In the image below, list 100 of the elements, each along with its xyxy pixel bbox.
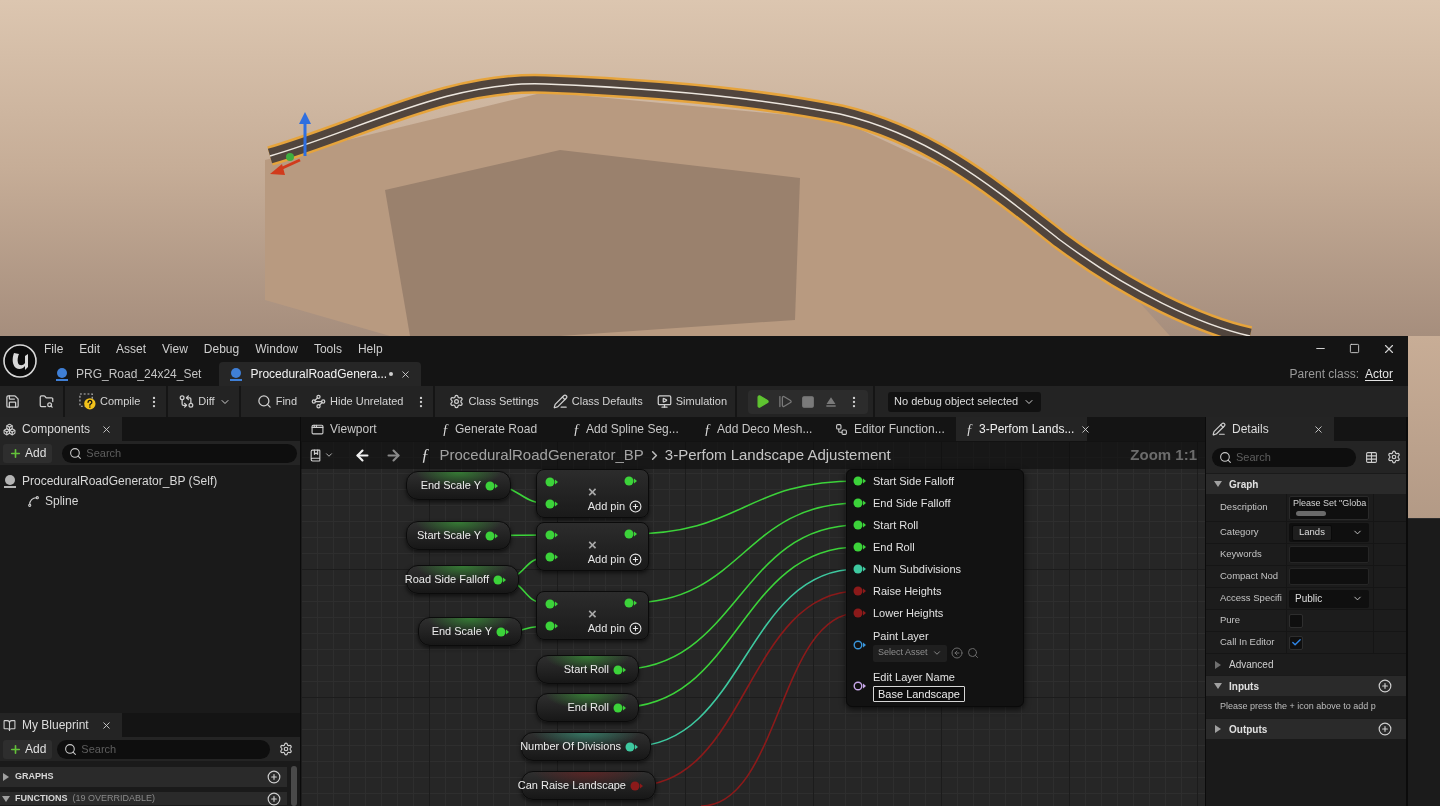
menu-item[interactable]: Window bbox=[255, 339, 298, 358]
breadcrumb-link[interactable]: ProceduralRoadGenerator_BP bbox=[439, 443, 644, 467]
debug-object-dropdown[interactable]: No debug object selected bbox=[888, 391, 1042, 412]
step-forward-icon[interactable] bbox=[778, 394, 794, 409]
simulation-button[interactable]: Simulation bbox=[653, 389, 731, 414]
add-pin-button[interactable]: Add pin bbox=[587, 500, 642, 513]
chevron-down-icon bbox=[324, 450, 334, 460]
class-settings-button[interactable]: Class Settings bbox=[446, 389, 542, 414]
caret-right-icon[interactable] bbox=[1214, 725, 1222, 733]
compile-status-icon bbox=[79, 393, 96, 410]
plus-circle-icon[interactable] bbox=[1378, 679, 1392, 693]
plus-circle-icon[interactable] bbox=[1378, 722, 1392, 736]
caret-right-icon[interactable] bbox=[2, 773, 10, 781]
engine-logo-icon[interactable] bbox=[3, 344, 37, 378]
stop-icon[interactable] bbox=[801, 394, 816, 409]
section-header[interactable]: FUNCTIONS (19 OVERRIDABLE) bbox=[0, 792, 287, 805]
tree-item[interactable]: ProceduralRoadGenerator_BP (Self) bbox=[0, 471, 300, 491]
search-icon bbox=[69, 446, 83, 460]
description-field[interactable]: Please Set "Globa bbox=[1289, 495, 1369, 520]
close-icon[interactable] bbox=[101, 719, 112, 731]
operator-node[interactable]: × Add pin bbox=[536, 522, 649, 571]
menu-item[interactable]: Edit bbox=[79, 339, 101, 358]
add-button[interactable]: Add bbox=[3, 739, 53, 759]
hide-unrelated-button[interactable]: Hide Unrelated bbox=[308, 389, 407, 414]
graph-tab[interactable]: ƒ Add Deco Mesh... bbox=[694, 417, 825, 441]
category-header[interactable]: Inputs bbox=[1206, 676, 1406, 696]
menu-item[interactable]: File bbox=[44, 339, 64, 358]
search-icon[interactable] bbox=[966, 647, 979, 659]
close-icon[interactable] bbox=[101, 423, 112, 435]
plus-circle-icon[interactable] bbox=[267, 792, 281, 806]
operator-node[interactable]: × Add pin bbox=[536, 469, 649, 518]
document-tab[interactable]: ProceduralRoadGenera... bbox=[219, 362, 422, 386]
orb-icon bbox=[55, 367, 69, 381]
document-tab[interactable]: PRG_Road_24x24_Set bbox=[45, 362, 212, 386]
add-button[interactable]: Add bbox=[3, 443, 53, 463]
add-pin-button[interactable]: Add pin bbox=[587, 553, 642, 566]
access-dropdown[interactable]: Public bbox=[1289, 589, 1369, 608]
graph-tab[interactable]: Editor Function... bbox=[825, 417, 956, 441]
find-button[interactable]: Find bbox=[253, 389, 301, 414]
graph-tab[interactable]: ƒ 3-Perfom Lands... bbox=[956, 417, 1087, 441]
menu-item[interactable]: Help bbox=[357, 339, 383, 358]
search-field[interactable]: Search bbox=[62, 443, 297, 463]
variable-node[interactable]: End Scale Y bbox=[418, 617, 522, 646]
search-field[interactable]: Search bbox=[1212, 447, 1356, 467]
graph-tab[interactable]: ƒ Generate Road bbox=[432, 417, 563, 441]
close-icon[interactable] bbox=[1080, 423, 1092, 435]
layer-name-field[interactable]: Base Landscape bbox=[873, 686, 965, 702]
caret-right-icon[interactable] bbox=[1214, 660, 1222, 669]
plus-circle-icon[interactable] bbox=[267, 770, 281, 784]
compile-button[interactable]: Compile bbox=[76, 389, 144, 414]
tree-item[interactable]: Spline bbox=[0, 491, 300, 511]
search-field[interactable]: Search bbox=[57, 739, 270, 759]
panel-tab[interactable]: My Blueprint bbox=[0, 713, 122, 737]
caret-down-icon[interactable] bbox=[1214, 682, 1222, 690]
pin-label: Start Roll bbox=[873, 517, 919, 533]
arrow-left-circle-icon[interactable] bbox=[950, 647, 963, 659]
menu-item[interactable]: Tools bbox=[313, 339, 342, 358]
section-header[interactable]: GRAPHS bbox=[0, 767, 287, 787]
add-pin-button[interactable]: Add pin bbox=[587, 622, 642, 635]
panel-tab[interactable]: Components bbox=[0, 417, 122, 441]
parent-class-link[interactable]: Actor bbox=[1365, 364, 1393, 383]
settings-icon[interactable] bbox=[279, 742, 293, 756]
caret-down-icon[interactable] bbox=[1214, 480, 1222, 488]
graph-tab[interactable]: Viewport bbox=[301, 417, 432, 441]
close-icon[interactable] bbox=[1313, 423, 1324, 435]
scrollbar-thumb[interactable] bbox=[1296, 510, 1326, 516]
asset-dropdown[interactable]: Select Asset bbox=[873, 644, 947, 662]
settings-icon[interactable] bbox=[1387, 450, 1401, 464]
variable-node[interactable]: Road Side Falloff bbox=[406, 565, 519, 594]
checkbox[interactable] bbox=[1289, 613, 1303, 628]
forward-arrow-icon[interactable] bbox=[385, 446, 402, 464]
category-combo[interactable]: Lands bbox=[1289, 523, 1369, 542]
variable-node[interactable]: End Roll bbox=[536, 693, 639, 722]
close-icon[interactable] bbox=[400, 368, 412, 380]
operator-node[interactable]: × Add pin bbox=[536, 591, 649, 640]
class-defaults-button[interactable]: Class Defaults bbox=[549, 389, 646, 414]
variable-node[interactable]: Number Of Divisions bbox=[521, 732, 651, 761]
variable-node[interactable]: Start Scale Y bbox=[406, 521, 511, 550]
operator-symbol: × bbox=[588, 484, 597, 499]
panel-tab[interactable]: Details bbox=[1206, 417, 1334, 441]
graph-tab[interactable]: ƒ Add Spline Seg... bbox=[563, 417, 694, 441]
menu-item[interactable]: Asset bbox=[116, 339, 147, 358]
table-icon[interactable] bbox=[1365, 450, 1378, 464]
variable-node[interactable]: Start Roll bbox=[536, 655, 639, 684]
save-icon bbox=[4, 394, 20, 409]
property-label: Compact Nod bbox=[1220, 569, 1279, 584]
pin-label: Raise Heights bbox=[873, 583, 942, 599]
node-label: Road Side Falloff bbox=[404, 572, 489, 588]
category-header[interactable]: Graph bbox=[1206, 474, 1406, 494]
diff-button[interactable]: Diff bbox=[176, 389, 234, 414]
variable-node[interactable]: End Scale Y bbox=[406, 471, 511, 500]
caret-down-icon[interactable] bbox=[2, 794, 10, 803]
maximize-icon[interactable] bbox=[1349, 343, 1360, 354]
checkbox[interactable] bbox=[1289, 635, 1303, 650]
scrollbar-thumb[interactable] bbox=[290, 766, 297, 806]
category-header[interactable]: Outputs bbox=[1206, 719, 1406, 739]
play-icon[interactable] bbox=[755, 394, 771, 409]
category-text-field[interactable]: Lands bbox=[1292, 524, 1332, 541]
menu-item[interactable]: View bbox=[162, 339, 188, 358]
menu-item[interactable]: Debug bbox=[203, 339, 240, 358]
